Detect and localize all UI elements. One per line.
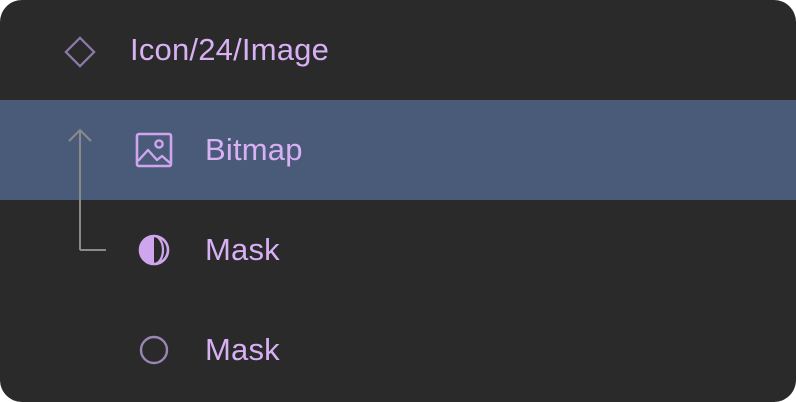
symbol-diamond-icon [64,36,96,68]
layer-list-panel: Icon/24/Image Bitmap Mask Mask [0,0,796,402]
layer-row-bitmap[interactable]: Bitmap [0,100,796,200]
layer-label-group: Icon/24/Image [130,32,330,67]
layer-label-oval: Mask [205,332,280,367]
layer-row-mask[interactable]: Mask [0,200,796,300]
layer-label-mask: Mask [205,232,280,267]
image-icon [135,132,173,168]
layer-label-bitmap: Bitmap [205,132,303,167]
layer-row-oval[interactable]: Mask [0,300,796,400]
mask-half-circle-icon [138,234,170,266]
layer-row-group[interactable]: Icon/24/Image [0,0,796,100]
oval-icon [139,335,169,365]
